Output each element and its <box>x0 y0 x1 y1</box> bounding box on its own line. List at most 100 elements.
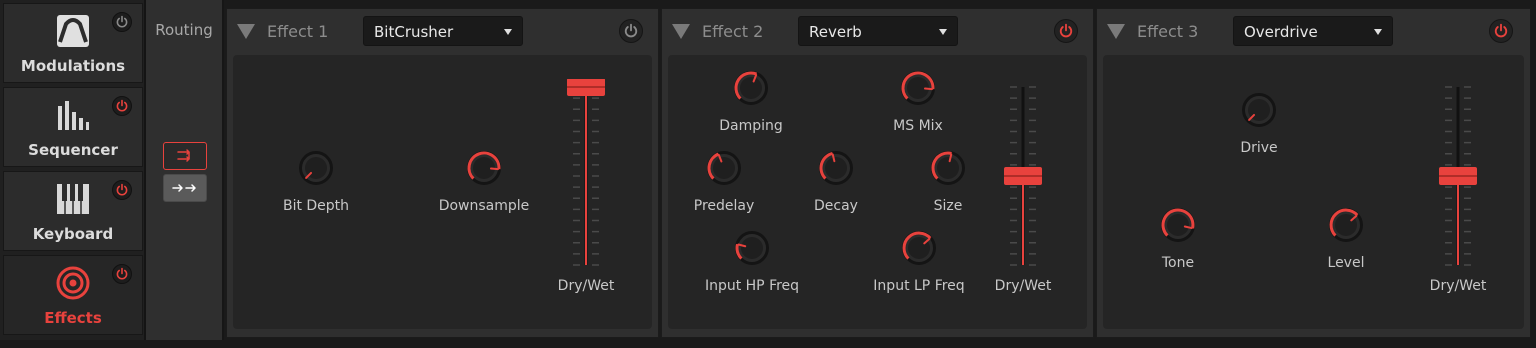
power-icon <box>116 15 128 28</box>
knob-cap <box>937 157 959 179</box>
fader-track <box>567 79 605 266</box>
collapse-triangle-icon[interactable] <box>672 24 690 39</box>
effect-2-header: Effect 2 Reverb <box>662 9 1093 53</box>
knob-dial <box>1329 208 1363 242</box>
effect-3-title: Effect 3 <box>1137 22 1199 41</box>
drive-knob[interactable] <box>1241 92 1277 132</box>
collapse-triangle-icon[interactable] <box>1107 24 1125 39</box>
effect-1-header: Effect 1 BitCrusher <box>227 9 658 53</box>
level-label: Level <box>1327 255 1365 271</box>
nav-item-modulations[interactable]: Modulations <box>3 3 143 83</box>
chevron-down-icon <box>504 29 512 35</box>
effect-1-body: Bit Depth Downsample Dry/Wet <box>233 55 652 329</box>
size-knob[interactable] <box>930 150 966 190</box>
knob-cap <box>713 157 735 179</box>
dry-wet-label: Dry/Wet <box>1429 278 1487 294</box>
knob-dial <box>467 151 501 185</box>
tone-knob[interactable] <box>1160 207 1196 247</box>
effect-1-type-value: BitCrusher <box>374 23 454 41</box>
knob-dial <box>901 71 935 105</box>
knob-pointer <box>923 87 933 91</box>
damping-knob[interactable] <box>733 70 769 110</box>
effects-target-icon <box>56 266 90 304</box>
routing-parallel-button[interactable] <box>163 174 207 202</box>
ms-mix-knob[interactable] <box>900 70 936 110</box>
sequencer-bars-icon <box>56 98 90 136</box>
power-icon <box>116 183 128 196</box>
bit-depth-knob[interactable] <box>298 150 334 190</box>
routing-serial-button[interactable] <box>163 142 207 170</box>
predelay-knob[interactable] <box>706 150 742 190</box>
predelay-label: Predelay <box>693 198 755 214</box>
effect-slot-1: Effect 1 BitCrusher Bit Depth Downsample… <box>226 8 659 338</box>
power-icon <box>624 23 638 38</box>
effect-2-title: Effect 2 <box>702 22 764 41</box>
dry-wet-label: Dry/Wet <box>994 278 1052 294</box>
size-label: Size <box>933 198 963 214</box>
effect-3-header: Effect 3 Overdrive <box>1097 9 1530 53</box>
keyboard-icon <box>56 182 90 220</box>
downsample-label: Downsample <box>438 198 530 214</box>
effect-2-type-value: Reverb <box>809 23 862 41</box>
knob-cap <box>1167 214 1189 236</box>
power-icon <box>1494 23 1508 38</box>
fader-track <box>1004 86 1042 266</box>
knob-dial <box>1242 93 1276 127</box>
knob-dial <box>707 151 741 185</box>
power-icon <box>116 99 128 112</box>
fader-track <box>1439 86 1477 266</box>
knob-dial <box>1161 208 1195 242</box>
nav-item-sequencer[interactable]: Sequencer <box>3 87 143 167</box>
chevron-down-icon <box>1374 29 1382 35</box>
effect-3-type-select[interactable]: Overdrive <box>1233 16 1393 46</box>
nav-item-label: Modulations <box>20 57 126 75</box>
knob-dial <box>299 151 333 185</box>
section-nav: Modulations Sequencer Keyboard Effects <box>0 0 146 340</box>
dry-wet-fader[interactable] <box>564 79 608 273</box>
knob-dial <box>735 231 769 265</box>
input-lp-freq-knob[interactable] <box>901 230 937 270</box>
knob-dial <box>931 151 965 185</box>
decay-knob[interactable] <box>818 150 854 190</box>
modulations-power-button[interactable] <box>112 12 132 32</box>
effect-1-type-select[interactable]: BitCrusher <box>363 16 523 46</box>
level-knob[interactable] <box>1328 207 1364 247</box>
effect-3-type-value: Overdrive <box>1244 23 1318 41</box>
power-icon <box>1059 23 1073 38</box>
nav-item-label: Effects <box>44 309 102 327</box>
nav-item-keyboard[interactable]: Keyboard <box>3 171 143 251</box>
nav-item-label: Keyboard <box>32 225 114 243</box>
collapse-triangle-icon[interactable] <box>237 24 255 39</box>
effect-3-power-button[interactable] <box>1489 19 1513 43</box>
bit-depth-label: Bit Depth <box>282 198 350 214</box>
knob-cap <box>825 157 847 179</box>
dry-wet-fader[interactable] <box>1001 79 1045 273</box>
tone-label: Tone <box>1161 255 1195 271</box>
drive-label: Drive <box>1240 140 1278 156</box>
effect-2-power-button[interactable] <box>1054 19 1078 43</box>
dry-wet-fader[interactable] <box>1436 79 1480 273</box>
nav-item-label: Sequencer <box>28 141 118 159</box>
effect-1-power-button[interactable] <box>619 19 643 43</box>
downsample-knob[interactable] <box>466 150 502 190</box>
effect-2-type-select[interactable]: Reverb <box>798 16 958 46</box>
effect-2-body: Damping MS Mix Predelay Decay Size Input… <box>668 55 1087 329</box>
knob-dial <box>819 151 853 185</box>
effect-1-title: Effect 1 <box>267 22 329 41</box>
decay-label: Decay <box>814 198 858 214</box>
routing-panel: Routing <box>146 0 224 340</box>
effects-power-button[interactable] <box>112 264 132 284</box>
routing-serial-icon <box>177 149 190 162</box>
knob-dial <box>902 231 936 265</box>
sequencer-power-button[interactable] <box>112 96 132 116</box>
keyboard-power-button[interactable] <box>112 180 132 200</box>
routing-label: Routing <box>155 21 213 39</box>
chevron-down-icon <box>939 29 947 35</box>
knob-cap <box>740 77 762 99</box>
input-hp-freq-knob[interactable] <box>734 230 770 270</box>
power-icon <box>116 267 128 280</box>
routing-parallel-icon <box>172 184 196 192</box>
knob-dial <box>734 71 768 105</box>
nav-item-effects[interactable]: Effects <box>3 255 143 335</box>
effect-slot-3: Effect 3 Overdrive Drive Tone Level Dry/… <box>1096 8 1531 338</box>
